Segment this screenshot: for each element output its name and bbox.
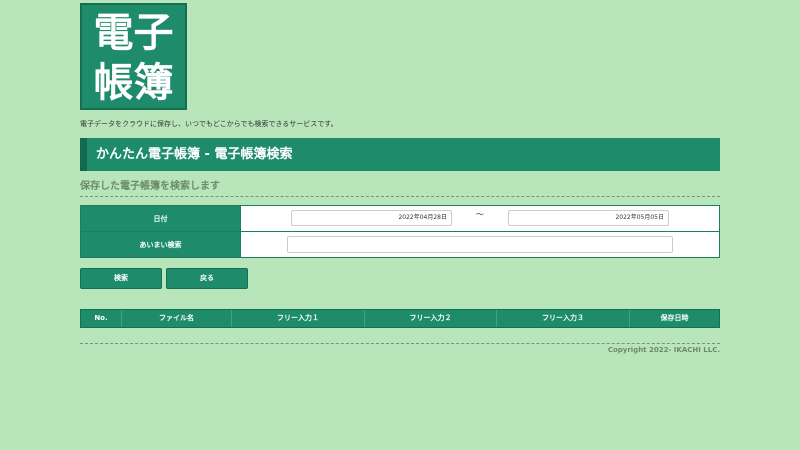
search-button[interactable]: 検索 bbox=[80, 268, 162, 289]
date-range-tilde: 〜 bbox=[476, 210, 484, 219]
tagline: 電子データをクラウドに保存し、いつでもどこからでも検索できるサービスです。 bbox=[80, 120, 338, 128]
logo-line1: 電子 bbox=[93, 10, 174, 56]
section-subtitle: 保存した電子帳簿を検索します bbox=[80, 180, 720, 197]
page-title: かんたん電子帳簿 - 電子帳簿検索 bbox=[80, 138, 720, 171]
app-logo[interactable]: 電子 帳簿 bbox=[80, 3, 187, 110]
date-from-input[interactable]: 2022年04月28日 bbox=[291, 210, 452, 226]
date-label: 日付 bbox=[80, 205, 241, 232]
fuzzy-search-input[interactable] bbox=[287, 236, 673, 253]
copyright: Copyright 2022- IKACHI LLC. bbox=[607, 346, 720, 354]
results-header: No. ファイル名 フリー入力１ フリー入力２ フリー入力３ 保存日時 bbox=[80, 309, 720, 328]
footer-divider bbox=[80, 343, 720, 344]
col-no: No. bbox=[81, 310, 122, 327]
col-saved-at: 保存日時 bbox=[660, 314, 689, 322]
back-button[interactable]: 戻る bbox=[166, 268, 248, 289]
col-free2: フリー入力２ bbox=[365, 310, 497, 327]
col-free3: フリー入力３ bbox=[497, 310, 630, 327]
date-to-input[interactable]: 2022年05月05日 bbox=[508, 210, 669, 226]
fuzzy-label: あいまい検索 bbox=[80, 231, 241, 258]
col-free1: フリー入力１ bbox=[232, 310, 365, 327]
logo-line2: 帳簿 bbox=[93, 60, 174, 106]
col-filename: ファイル名 bbox=[122, 310, 232, 327]
